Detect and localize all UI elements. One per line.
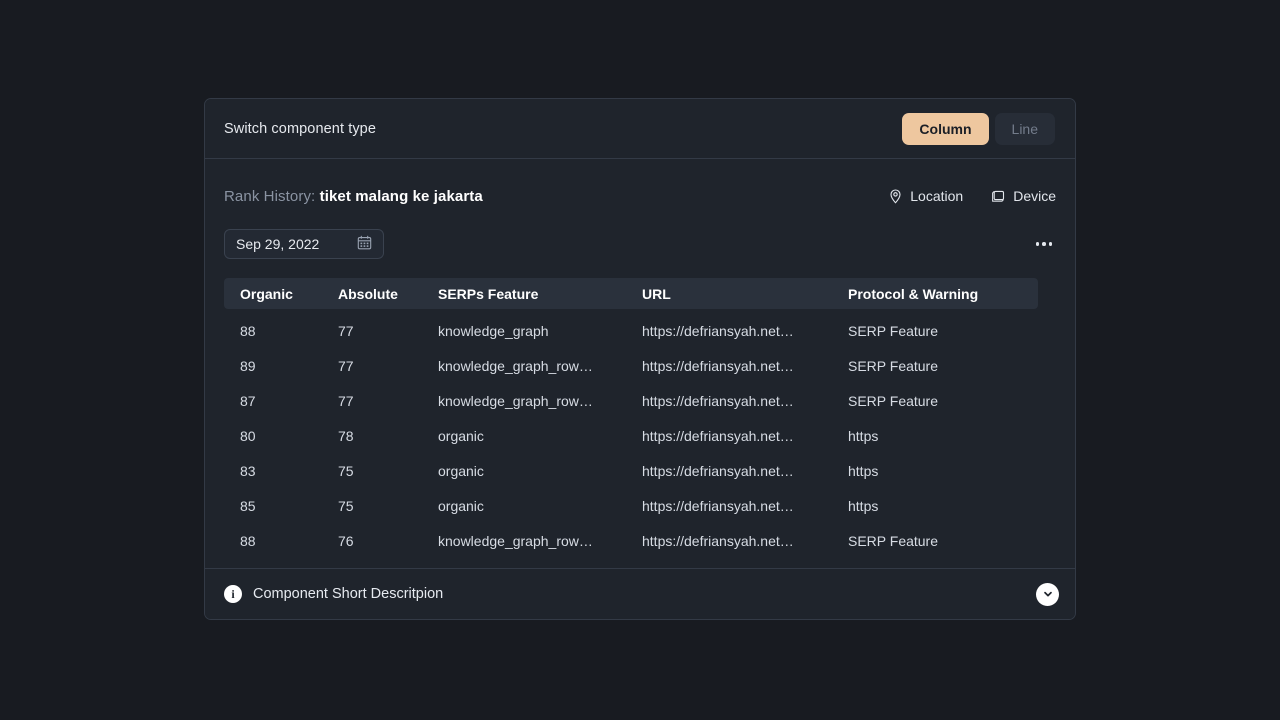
cell-protocol-warning: https [848, 462, 879, 479]
card-footer: i Component Short Descritpion [205, 568, 1075, 619]
cell-absolute: 77 [338, 357, 354, 374]
cell-serps-feature: knowledge_graph [438, 322, 549, 339]
info-icon: i [224, 585, 242, 603]
cell-organic: 85 [240, 497, 256, 514]
table-row: 83 75 organic https://defriansyah.net… h… [224, 453, 1038, 488]
calendar-icon [357, 235, 372, 253]
location-pin-icon [889, 188, 902, 204]
cell-protocol-warning: https [848, 427, 879, 444]
column-header-serps-feature[interactable]: SERPs Feature [422, 278, 626, 309]
app-root: Switch component type Column Line Rank H… [0, 0, 1280, 720]
cell-organic: 80 [240, 427, 256, 444]
cell-protocol-warning: SERP Feature [848, 357, 939, 374]
cell-url[interactable]: https://defriansyah.net… [626, 453, 832, 488]
cell-organic: 83 [240, 462, 256, 479]
cell-absolute: 77 [338, 392, 354, 409]
table-row: 88 76 knowledge_graph_row… https://defri… [224, 523, 1038, 558]
table-row: 87 77 knowledge_graph_row… https://defri… [224, 383, 1038, 418]
device-monitor-icon [991, 189, 1005, 203]
component-type-toggle-group: Column Line [902, 112, 1055, 145]
date-picker[interactable]: Sep 29, 2022 [224, 229, 384, 259]
chevron-down-icon[interactable] [1036, 582, 1059, 606]
info-icon-glyph: i [231, 587, 235, 601]
kebab-dot [1042, 242, 1046, 246]
cell-organic: 89 [240, 357, 256, 374]
cell-protocol-warning: SERP Feature [848, 532, 939, 549]
cell-serps-feature: knowledge_graph_row… [438, 357, 593, 374]
title-actions: Location Device [889, 188, 1056, 204]
cell-serps-feature: organic [438, 427, 484, 444]
toggle-line-button[interactable]: Line [994, 112, 1055, 145]
table-header-row: Organic Absolute SERPs Feature URL Proto… [224, 278, 1038, 309]
cell-protocol-warning: SERP Feature [848, 392, 939, 409]
page-title-prefix: Rank History: [224, 187, 316, 205]
cell-absolute: 76 [338, 532, 354, 549]
device-filter-label: Device [1013, 188, 1056, 204]
cell-organic: 88 [240, 322, 256, 339]
switch-component-type-bar: Switch component type Column Line [205, 99, 1075, 159]
cell-url[interactable]: https://defriansyah.net… [626, 418, 832, 453]
page-title-keyword: tiket malang ke jakarta [319, 187, 483, 205]
column-header-url[interactable]: URL [626, 278, 832, 309]
cell-absolute: 75 [338, 462, 354, 479]
toggle-column-button[interactable]: Column [902, 112, 989, 145]
page-title: Rank History: tiket malang ke jakarta [224, 188, 483, 205]
cell-url[interactable]: https://defriansyah.net… [626, 348, 832, 383]
column-header-organic[interactable]: Organic [224, 278, 322, 309]
column-header-absolute[interactable]: Absolute [322, 278, 422, 309]
more-options-button[interactable] [1032, 236, 1057, 252]
location-filter-button[interactable]: Location [889, 188, 963, 204]
title-row: Rank History: tiket malang ke jakarta Lo… [224, 159, 1056, 209]
cell-serps-feature: organic [438, 462, 484, 479]
switch-component-type-label: Switch component type [224, 120, 377, 137]
card-body: Rank History: tiket malang ke jakarta Lo… [205, 159, 1075, 568]
date-picker-value: Sep 29, 2022 [236, 236, 320, 252]
kebab-dot [1035, 242, 1039, 246]
rank-history-table: Organic Absolute SERPs Feature URL Proto… [224, 278, 1038, 558]
table-row: 89 77 knowledge_graph_row… https://defri… [224, 348, 1038, 383]
cell-serps-feature: knowledge_graph_row… [438, 532, 593, 549]
cell-serps-feature: knowledge_graph_row… [438, 392, 593, 409]
cell-url[interactable]: https://defriansyah.net… [626, 309, 832, 348]
column-header-protocol-warning[interactable]: Protocol & Warning [832, 278, 1038, 309]
table-row: 85 75 organic https://defriansyah.net… h… [224, 488, 1038, 523]
cell-url[interactable]: https://defriansyah.net… [626, 383, 832, 418]
table-row: 80 78 organic https://defriansyah.net… h… [224, 418, 1038, 453]
cell-protocol-warning: https [848, 497, 879, 514]
footer-description: i Component Short Descritpion [224, 585, 443, 603]
cell-absolute: 78 [338, 427, 354, 444]
cell-organic: 87 [240, 392, 256, 409]
date-row: Sep 29, 2022 [224, 229, 1056, 259]
cell-serps-feature: organic [438, 497, 484, 514]
cell-absolute: 75 [338, 497, 354, 514]
device-filter-button[interactable]: Device [991, 188, 1056, 204]
rank-history-card: Switch component type Column Line Rank H… [204, 98, 1076, 620]
cell-url[interactable]: https://defriansyah.net… [626, 488, 832, 523]
kebab-dot [1048, 242, 1052, 246]
cell-absolute: 77 [338, 322, 354, 339]
cell-organic: 88 [240, 532, 256, 549]
table-row: 88 77 knowledge_graph https://defriansya… [224, 309, 1038, 348]
table-header: Organic Absolute SERPs Feature URL Proto… [224, 278, 1038, 309]
table-body: 88 77 knowledge_graph https://defriansya… [224, 309, 1038, 558]
cell-protocol-warning: SERP Feature [848, 322, 939, 339]
footer-description-label: Component Short Descritpion [253, 586, 444, 602]
cell-url[interactable]: https://defriansyah.net… [626, 523, 832, 558]
location-filter-label: Location [910, 188, 964, 204]
